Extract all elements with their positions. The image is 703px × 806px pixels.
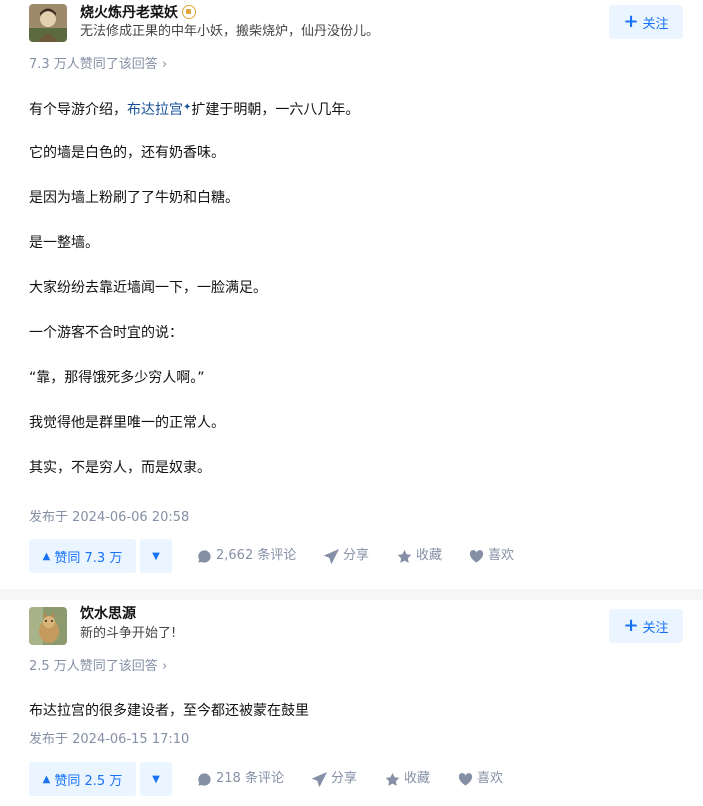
author-bio: 新的斗争开始了! — [80, 626, 177, 641]
plus-icon: + — [623, 11, 639, 32]
paragraph: 有个导游介绍，布达拉宫✦扩建于明朝，一六八几年。 — [29, 98, 359, 120]
vote-up-label: 赞同 2.5 万 — [54, 773, 123, 789]
comment-count: 218 条评论 — [216, 771, 284, 786]
triangle-up-icon: ▲ — [42, 773, 51, 785]
vote-down-button[interactable]: ▼ — [140, 539, 172, 573]
star-icon — [385, 772, 400, 786]
paragraph: 它的墙是白色的，还有奶香味。 — [29, 145, 225, 161]
vote-up-button[interactable]: ▲ 赞同 2.5 万 — [29, 762, 136, 796]
like-button[interactable]: 喜欢 — [469, 547, 514, 565]
paragraph-text: 扩建于明朝，一六八几年。 — [191, 102, 360, 118]
paragraph: 布达拉宫的很多建设者，至今都还被蒙在鼓里 — [29, 703, 309, 719]
paragraph: 是因为墙上粉刷了了牛奶和白糖。 — [29, 190, 239, 206]
comment-count: 2,662 条评论 — [216, 548, 297, 563]
star-icon — [397, 549, 412, 563]
paragraph: 我觉得他是群里唯一的正常人。 — [29, 415, 225, 431]
share-button[interactable]: 分享 — [324, 547, 369, 565]
share-button[interactable]: 分享 — [312, 770, 357, 788]
like-button[interactable]: 喜欢 — [458, 770, 503, 788]
publish-time[interactable]: 发布于 2024-06-15 17:10 — [29, 731, 189, 749]
follow-button[interactable]: + 关注 — [609, 609, 683, 643]
paragraph: “靠，那得饿死多少穷人啊。” — [29, 370, 205, 386]
author-name-text[interactable]: 烧火炼丹老菜妖 — [80, 5, 178, 21]
paragraph-text: 有个导游介绍， — [29, 102, 127, 118]
comment-icon — [198, 772, 211, 786]
share-label: 分享 — [343, 548, 370, 563]
author-name[interactable]: 烧火炼丹老菜妖 — [80, 3, 196, 23]
heart-icon — [469, 549, 484, 563]
voted-count[interactable]: 7.3 万人赞同了该回答 › — [29, 56, 167, 74]
triangle-down-icon: ▼ — [152, 550, 160, 562]
collect-button[interactable]: 收藏 — [385, 770, 430, 788]
author-avatar[interactable] — [29, 4, 67, 42]
publish-time[interactable]: 发布于 2024-06-06 20:58 — [29, 509, 189, 527]
collect-label: 收藏 — [416, 548, 443, 563]
vote-up-button[interactable]: ▲ 赞同 7.3 万 — [29, 539, 136, 573]
comment-button[interactable]: 2,662 条评论 — [197, 547, 296, 565]
follow-label: 关注 — [642, 620, 669, 636]
share-label: 分享 — [331, 771, 358, 786]
collect-label: 收藏 — [404, 771, 431, 786]
answer-divider — [0, 589, 703, 600]
vote-down-button[interactable]: ▼ — [140, 762, 172, 796]
paragraph: 其实，不是穷人，而是奴隶。 — [29, 460, 211, 476]
voted-count[interactable]: 2.5 万人赞同了该回答 › — [29, 658, 167, 676]
comment-icon — [198, 549, 211, 563]
triangle-up-icon: ▲ — [42, 550, 51, 562]
author-bio: 无法修成正果的中年小妖，搬柴烧炉，仙丹没份儿。 — [80, 24, 380, 39]
topic-link[interactable]: 布达拉宫 — [127, 102, 183, 118]
author-avatar[interactable] — [29, 607, 67, 645]
vote-up-label: 赞同 7.3 万 — [54, 550, 123, 566]
share-icon — [324, 548, 339, 564]
paragraph: 大家纷纷去靠近墙闻一下，一脸满足。 — [29, 280, 267, 296]
badge-icon — [182, 5, 196, 19]
heart-icon — [458, 772, 473, 786]
collect-button[interactable]: 收藏 — [397, 547, 442, 565]
paragraph: 是一整墙。 — [29, 235, 99, 251]
like-label: 喜欢 — [477, 771, 504, 786]
like-label: 喜欢 — [488, 548, 515, 563]
triangle-down-icon: ▼ — [152, 773, 160, 785]
plus-icon: + — [623, 615, 639, 636]
author-name[interactable]: 饮水思源 — [80, 604, 136, 624]
follow-label: 关注 — [642, 16, 669, 32]
comment-button[interactable]: 218 条评论 — [197, 770, 284, 788]
share-icon — [312, 771, 327, 787]
paragraph: 一个游客不合时宜的说： — [29, 325, 183, 341]
follow-button[interactable]: + 关注 — [609, 5, 683, 39]
